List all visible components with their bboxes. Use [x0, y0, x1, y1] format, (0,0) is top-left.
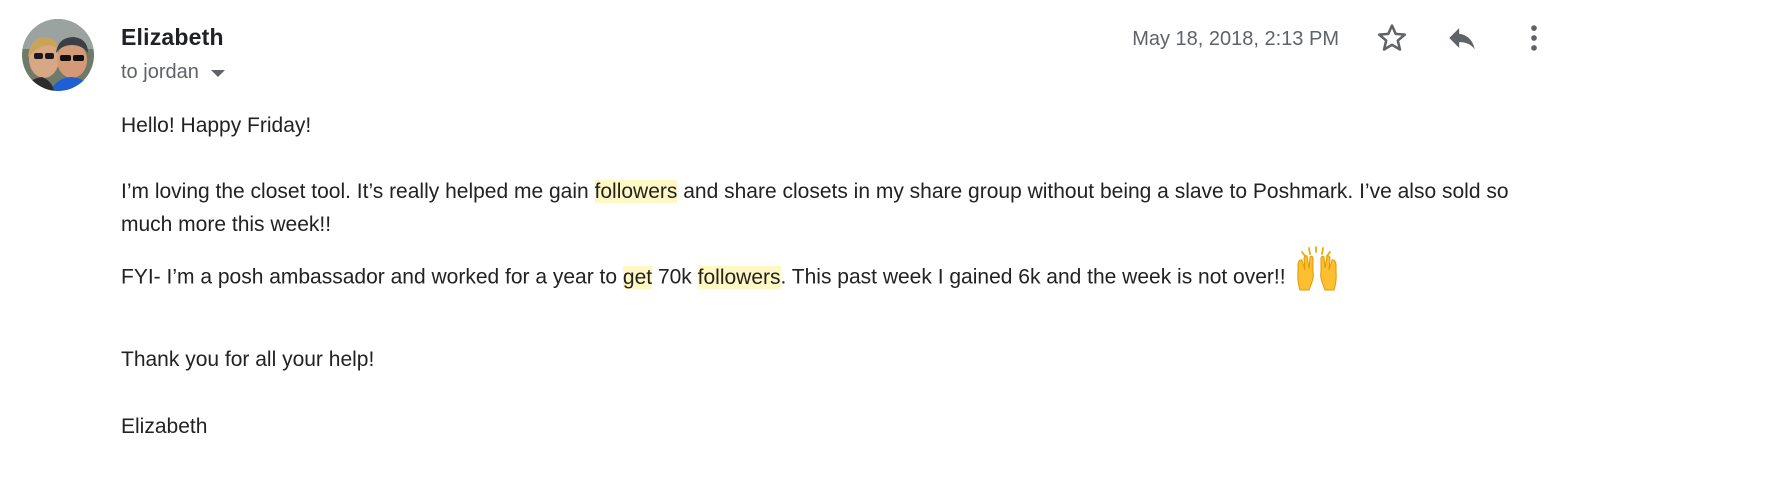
chevron-down-icon[interactable]: [210, 70, 225, 77]
message-body: Hello! Happy Friday! I’m loving the clos…: [121, 109, 1541, 443]
more-options-button[interactable]: [1516, 20, 1552, 56]
search-highlight: get: [622, 265, 653, 289]
more-vert-icon: [1531, 25, 1537, 51]
greeting-line: Hello! Happy Friday!: [121, 114, 312, 137]
thanks-line: Thank you for all your help!: [121, 348, 375, 371]
search-highlight: followers: [594, 180, 678, 203]
text-segment: FYI- I’m a posh ambassador and worked fo…: [121, 265, 623, 289]
sender-name[interactable]: Elizabeth: [121, 24, 224, 51]
message-timestamp: May 18, 2018, 2:13 PM: [1132, 28, 1339, 50]
recipient-name: jordan: [143, 61, 199, 83]
avatar[interactable]: [22, 19, 94, 91]
recipient-prefix: to: [121, 61, 138, 83]
text-segment: I’m loving the closet tool. It’s really …: [121, 180, 595, 203]
signature-line: Elizabeth: [121, 415, 208, 438]
recipient-details-toggle[interactable]: to jordan: [121, 61, 225, 84]
body-paragraph-2: FYI- I’m a posh ambassador and worked fo…: [121, 246, 1541, 302]
reply-button[interactable]: [1444, 20, 1480, 56]
star-button[interactable]: [1374, 20, 1410, 56]
body-paragraph-1: I’m loving the closet tool. It’s really …: [121, 175, 1541, 241]
search-highlight: followers: [697, 265, 781, 289]
text-segment: . This past week I gained 6k and the wee…: [780, 265, 1286, 289]
raising-hands-emoji-icon: [1294, 246, 1340, 302]
star-icon: [1377, 24, 1407, 51]
reply-icon: [1449, 28, 1475, 50]
text-segment: 70k: [652, 265, 698, 289]
avatar-photo: [22, 19, 94, 91]
